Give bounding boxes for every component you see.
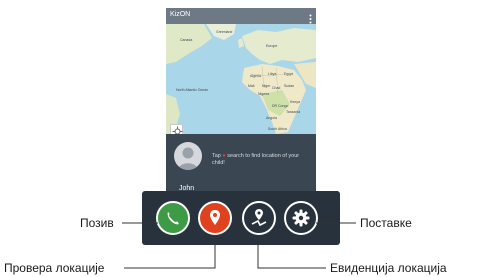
- location-log-callout: Евиденција локација: [330, 261, 447, 275]
- settings-callout: Поставке: [360, 216, 412, 230]
- location-check-callout: Провера локације: [4, 261, 105, 275]
- call-callout: Позив: [80, 216, 114, 230]
- callout-lines: [122, 222, 356, 269]
